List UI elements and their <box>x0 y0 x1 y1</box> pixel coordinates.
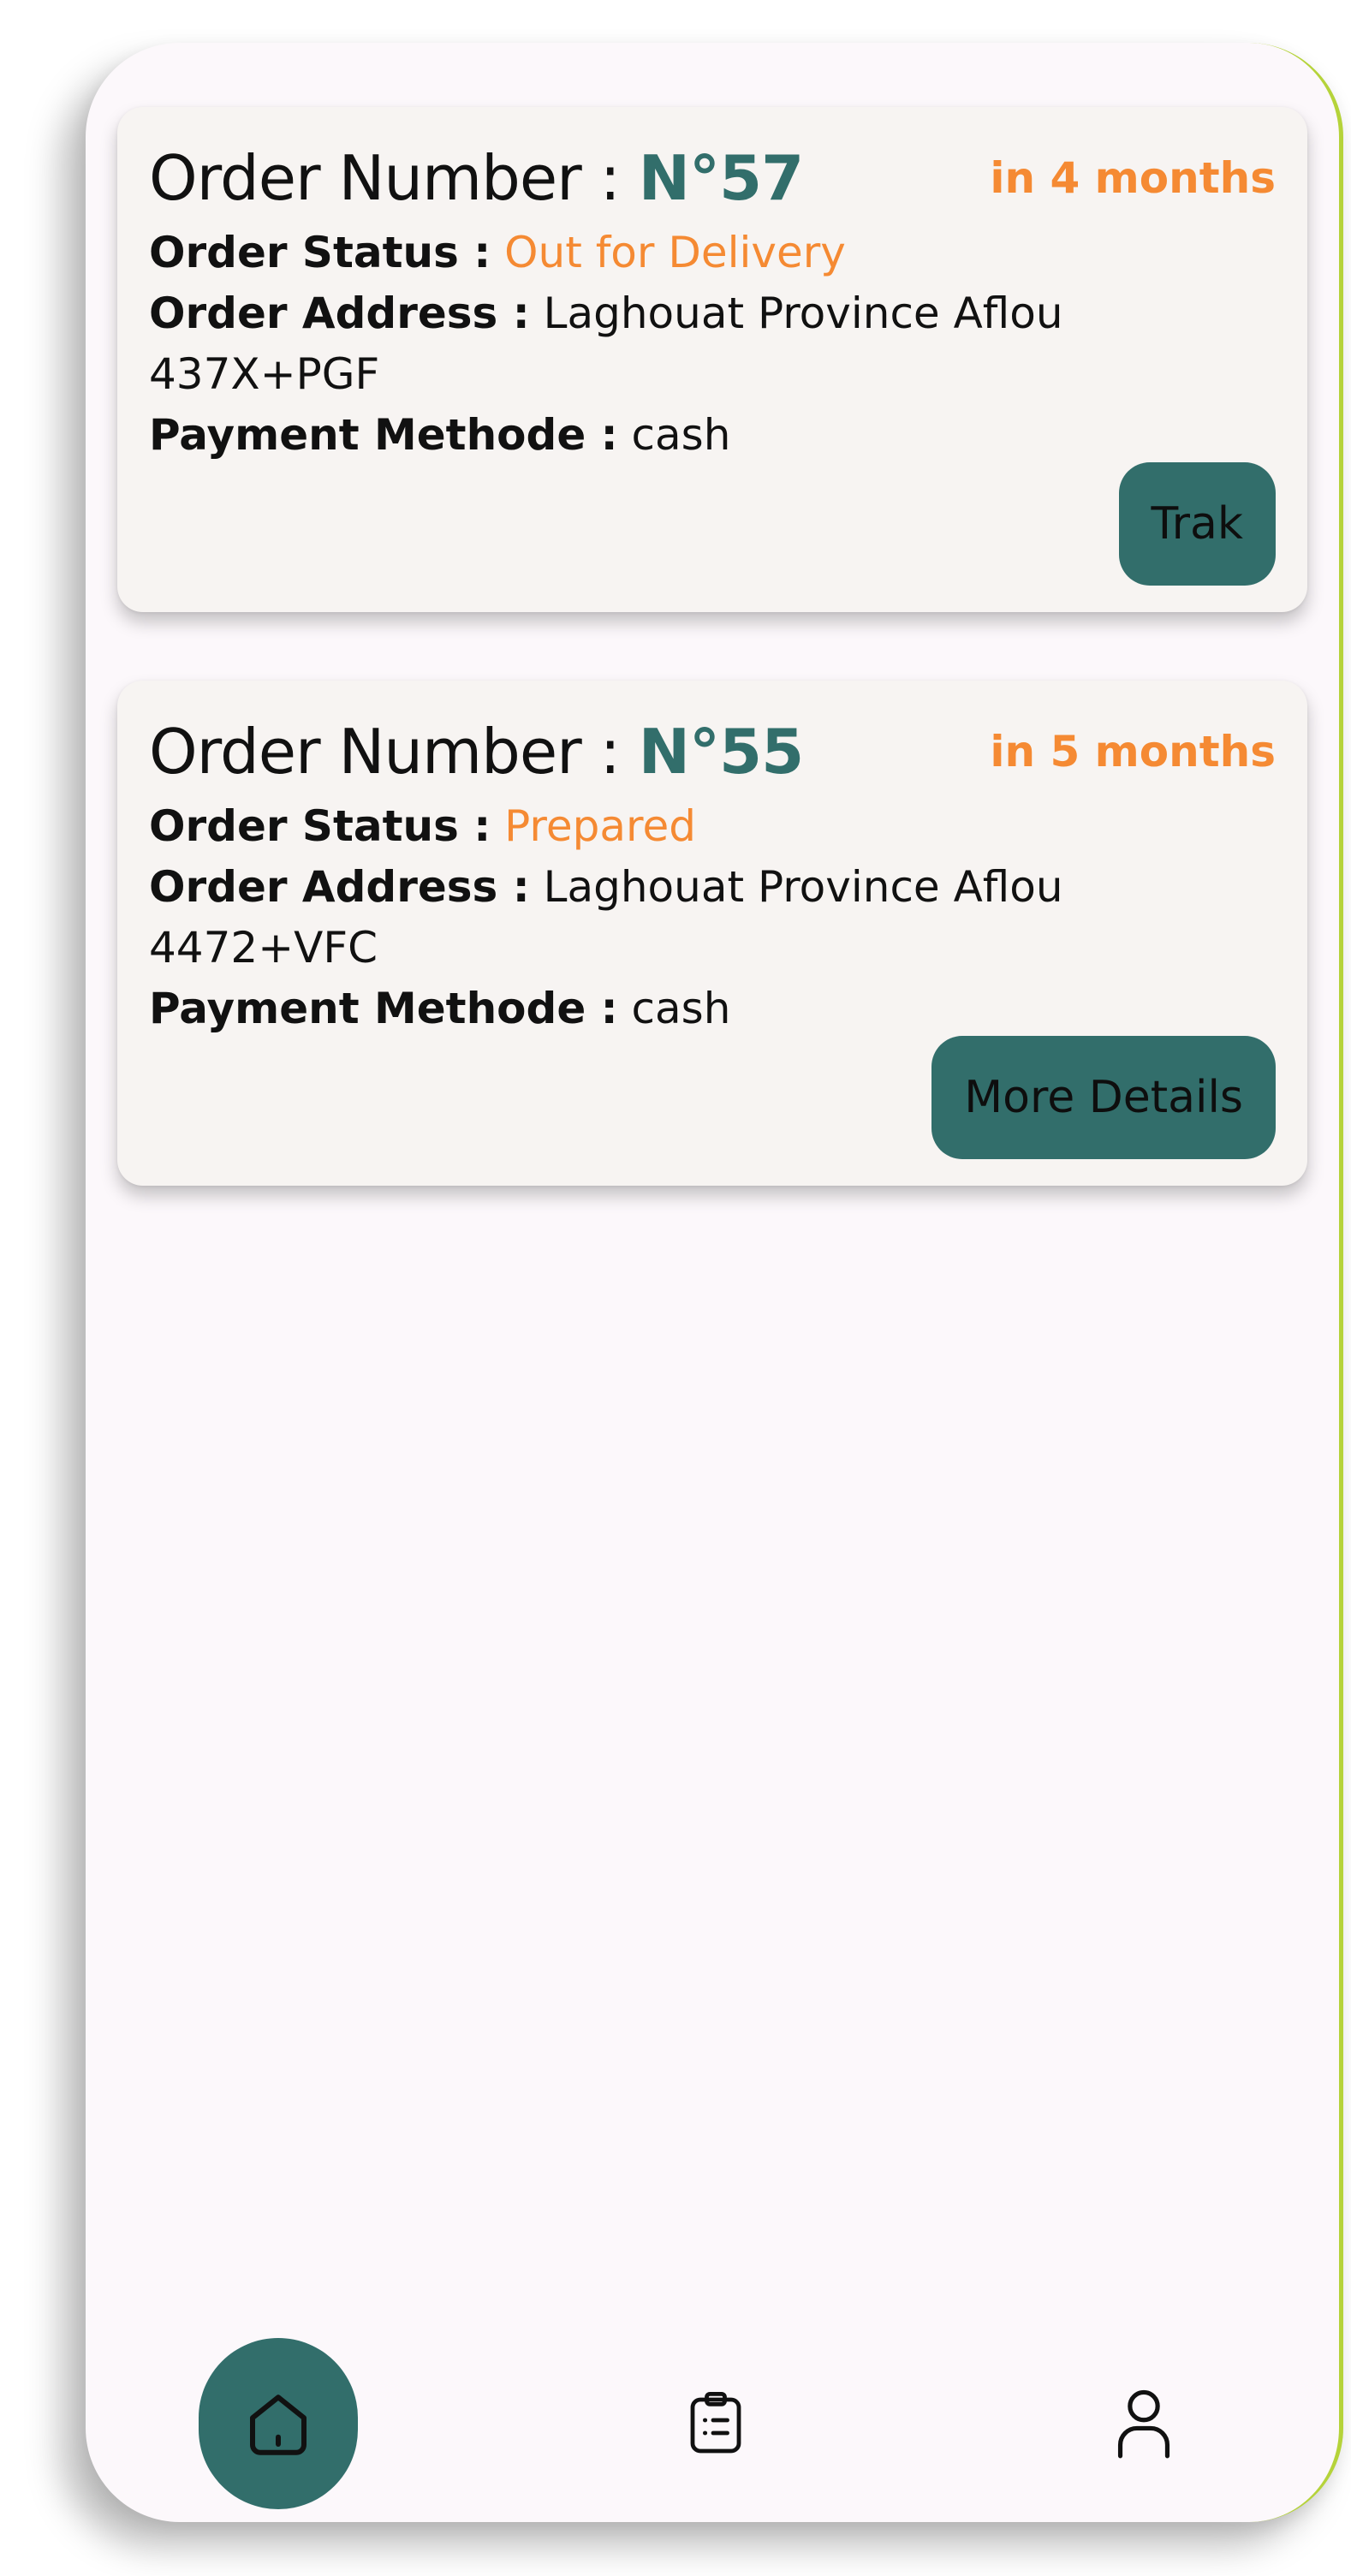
order-details: Order Status : Out for Delivery Order Ad… <box>149 223 1193 466</box>
more-details-button[interactable]: More Details <box>931 1036 1276 1159</box>
order-number-label: Order Number : <box>149 716 621 788</box>
clipboard-list-icon <box>690 2391 741 2454</box>
order-number-label: Order Number : <box>149 142 621 214</box>
nav-home-button[interactable] <box>199 2338 358 2509</box>
payment-method-row: Payment Methode : cash <box>149 979 1193 1039</box>
payment-method-value: cash <box>631 410 731 460</box>
payment-method-value: cash <box>631 984 731 1033</box>
order-number: N°55 <box>638 716 804 788</box>
order-time: in 5 months <box>990 727 1276 776</box>
order-address-label: Order Address : <box>149 289 530 338</box>
order-status-row: Order Status : Prepared <box>149 796 1193 857</box>
home-icon <box>250 2395 307 2455</box>
nav-orders-button[interactable] <box>664 2371 767 2474</box>
payment-method-row: Payment Methode : cash <box>149 405 1193 466</box>
order-status-label: Order Status : <box>149 228 491 277</box>
user-icon <box>1117 2389 1170 2459</box>
order-status-row: Order Status : Out for Delivery <box>149 223 1193 283</box>
order-status-label: Order Status : <box>149 801 491 851</box>
order-card: Order Number : N°57 in 4 months Order St… <box>117 107 1307 612</box>
order-title: Order Number : N°55 <box>149 713 804 790</box>
nav-profile-button[interactable] <box>1092 2371 1195 2474</box>
payment-method-label: Payment Methode : <box>149 984 618 1033</box>
order-status-value: Out for Delivery <box>504 228 846 277</box>
order-status-value: Prepared <box>504 801 696 851</box>
order-address-row: Order Address : Laghouat Province Aflou … <box>149 283 1193 405</box>
order-address-row: Order Address : Laghouat Province Aflou … <box>149 857 1193 979</box>
phone-screen: Order Number : N°57 in 4 months Order St… <box>86 43 1343 2522</box>
track-button[interactable]: Trak <box>1118 462 1276 586</box>
order-card: Order Number : N°55 in 5 months Order St… <box>117 681 1307 1186</box>
payment-method-label: Payment Methode : <box>149 410 618 460</box>
order-number: N°57 <box>638 142 804 214</box>
order-details: Order Status : Prepared Order Address : … <box>149 796 1193 1039</box>
order-title: Order Number : N°57 <box>149 140 804 217</box>
order-time: in 4 months <box>990 153 1276 203</box>
order-address-label: Order Address : <box>149 862 530 912</box>
